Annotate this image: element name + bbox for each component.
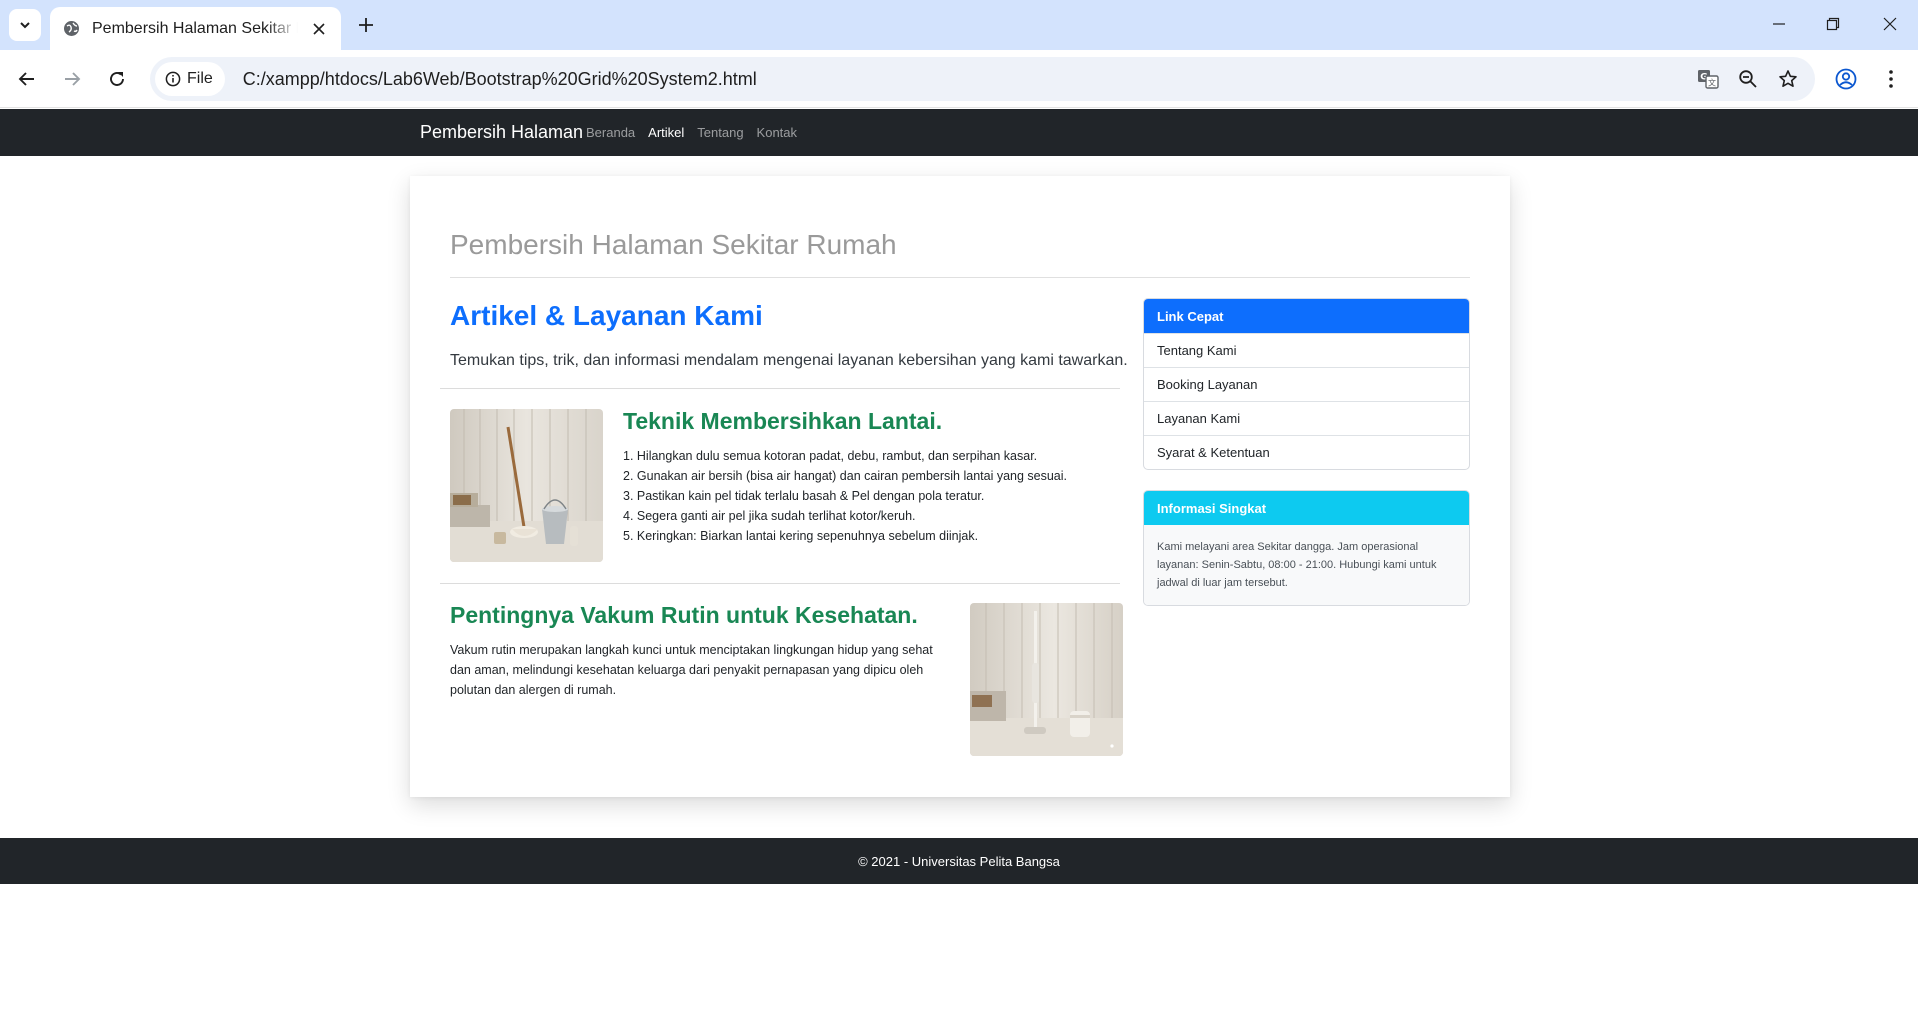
back-button[interactable] <box>10 62 44 96</box>
article-2-title: Pentingnya Vakum Rutin untuk Kesehatan. <box>450 602 918 628</box>
info-card-text: Kami melayani area Sekitar dangga. Jam o… <box>1144 525 1469 605</box>
star-icon <box>1779 70 1797 87</box>
tab-title: Pembersih Halaman Sekitar Rumah <box>92 19 298 37</box>
close-icon <box>1883 17 1897 31</box>
list-item: 3. Pastikan kain pel tidak terlalu basah… <box>623 489 985 503</box>
quick-link-tentang-kami[interactable]: Tentang Kami <box>1144 333 1469 367</box>
article-2-text: Vakum rutin merupakan langkah kunci untu… <box>450 643 933 697</box>
navbar-links: Beranda Artikel Tentang Kontak <box>586 125 797 140</box>
nav-link-artikel[interactable]: Artikel <box>648 125 684 140</box>
close-window-button[interactable] <box>1867 8 1913 40</box>
quick-links-card: Link Cepat Tentang Kami Booking Layanan … <box>1143 298 1470 470</box>
minimize-button[interactable] <box>1756 8 1802 40</box>
account-icon <box>1835 68 1857 90</box>
section-divider <box>440 388 1120 389</box>
list-item: 2. Gunakan air bersih (bisa air hangat) … <box>623 469 1068 483</box>
bookmark-button[interactable] <box>1771 62 1805 96</box>
main-title: Artikel & Layanan Kami <box>450 300 763 331</box>
svg-text:文: 文 <box>1708 78 1716 88</box>
address-bar[interactable]: File C:/xampp/htdocs/Lab6Web/Bootstrap%2… <box>150 57 1815 101</box>
heading-divider <box>450 277 1470 278</box>
info-card: Informasi Singkat Kami melayani area Sek… <box>1143 490 1470 606</box>
quick-links-header: Link Cepat <box>1144 299 1469 333</box>
restore-icon <box>1826 17 1840 31</box>
translate-button[interactable]: G文 <box>1691 62 1725 96</box>
browser-tab[interactable]: Pembersih Halaman Sekitar Rumah <box>50 7 341 50</box>
quick-link-syarat-ketentuan[interactable]: Syarat & Ketentuan <box>1144 435 1469 469</box>
restore-button[interactable] <box>1810 8 1856 40</box>
minimize-icon <box>1773 23 1785 25</box>
arrow-left-icon <box>18 72 34 86</box>
browser-tab-strip: Pembersih Halaman Sekitar Rumah <box>0 0 1918 50</box>
more-vertical-icon <box>1889 70 1893 88</box>
page-heading: Pembersih Halaman Sekitar Rumah <box>450 229 897 260</box>
content-container: Pembersih Halaman Sekitar Rumah Artikel … <box>410 176 1510 797</box>
quick-link-layanan-kami[interactable]: Layanan Kami <box>1144 401 1469 435</box>
nav-link-kontak[interactable]: Kontak <box>757 125 797 140</box>
site-info-chip[interactable]: File <box>155 62 225 96</box>
lead-text: Temukan tips, trik, dan informasi mendal… <box>450 352 1128 369</box>
web-page: Pembersih Halaman Beranda Artikel Tentan… <box>0 109 1918 1018</box>
chip-label: File <box>187 70 213 87</box>
navbar-brand[interactable]: Pembersih Halaman <box>420 122 583 143</box>
article-1-steps: 1. Hilangkan dulu semua kotoran padat, d… <box>623 446 1067 546</box>
site-navbar: Pembersih Halaman Beranda Artikel Tentan… <box>0 109 1918 156</box>
vacuum-cleaner-image <box>970 603 1123 756</box>
forward-button[interactable] <box>55 62 89 96</box>
reload-button[interactable] <box>100 62 134 96</box>
article-1-title: Teknik Membersihkan Lantai. <box>623 408 943 434</box>
url-text[interactable]: C:/xampp/htdocs/Lab6Web/Bootstrap%20Grid… <box>243 69 757 90</box>
zoom-out-icon <box>1739 70 1757 88</box>
translate-icon: G文 <box>1698 70 1719 89</box>
info-card-header: Informasi Singkat <box>1144 491 1469 525</box>
nav-link-tentang[interactable]: Tentang <box>697 125 743 140</box>
nav-link-beranda[interactable]: Beranda <box>586 125 635 140</box>
list-item: 1. Hilangkan dulu semua kotoran padat, d… <box>623 449 1038 463</box>
footer-text: © 2021 - Universitas Pelita Bangsa <box>858 853 1060 869</box>
globe-icon <box>62 20 80 38</box>
zoom-button[interactable] <box>1731 62 1765 96</box>
list-item: 5. Keringkan: Biarkan lantai kering sepe… <box>623 529 979 543</box>
arrow-right-icon <box>65 72 81 86</box>
site-footer: © 2021 - Universitas Pelita Bangsa <box>0 838 1918 884</box>
section-divider <box>440 583 1120 584</box>
info-icon <box>165 71 181 87</box>
reload-icon <box>110 72 124 86</box>
mop-bucket-image <box>450 409 603 562</box>
chevron-down-icon <box>20 22 30 29</box>
tab-search-button[interactable] <box>9 9 41 41</box>
browser-menu-button[interactable] <box>1874 62 1908 96</box>
browser-toolbar: File C:/xampp/htdocs/Lab6Web/Bootstrap%2… <box>0 50 1918 108</box>
profile-button[interactable] <box>1829 62 1863 96</box>
plus-icon <box>359 18 373 32</box>
quick-link-booking-layanan[interactable]: Booking Layanan <box>1144 367 1469 401</box>
new-tab-button[interactable] <box>353 12 379 38</box>
list-item: 4. Segera ganti air pel jika sudah terli… <box>623 509 916 523</box>
close-tab-icon[interactable] <box>309 19 329 39</box>
